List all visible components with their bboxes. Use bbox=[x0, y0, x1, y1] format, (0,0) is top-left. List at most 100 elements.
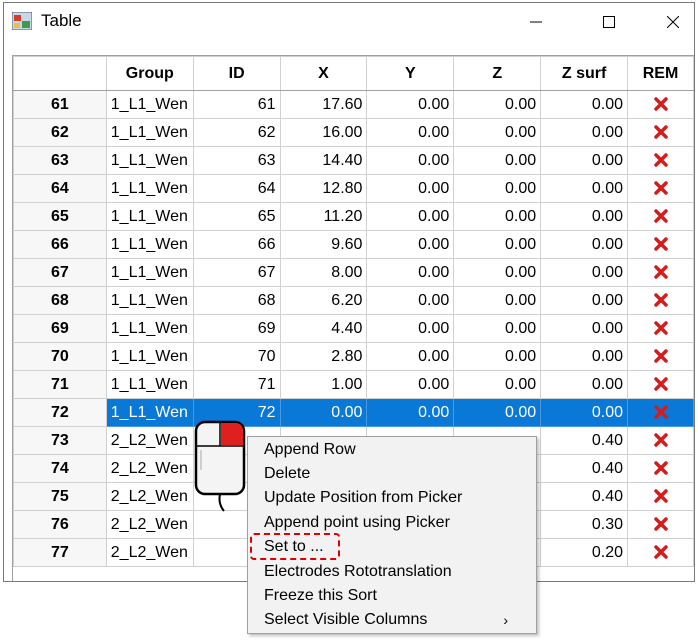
row-header[interactable]: 70 bbox=[13, 342, 107, 371]
cell-x[interactable]: 1.00 bbox=[279, 370, 368, 399]
cell-rem[interactable] bbox=[627, 426, 694, 455]
cell-rem[interactable] bbox=[627, 314, 694, 343]
cell-rem[interactable] bbox=[627, 146, 694, 175]
cell-x[interactable]: 16.00 bbox=[279, 118, 368, 147]
cell-y[interactable]: 0.00 bbox=[366, 370, 455, 399]
row-header[interactable]: 76 bbox=[13, 510, 107, 539]
column-header-y[interactable]: Y bbox=[366, 56, 455, 91]
cell-y[interactable]: 0.00 bbox=[366, 174, 455, 203]
remove-row-icon[interactable] bbox=[653, 376, 669, 392]
minimize-button[interactable] bbox=[513, 3, 559, 41]
row-header[interactable]: 74 bbox=[13, 454, 107, 483]
remove-row-icon[interactable] bbox=[653, 180, 669, 196]
cell-id[interactable]: 68 bbox=[192, 286, 281, 315]
cell-id[interactable]: 66 bbox=[192, 230, 281, 259]
remove-row-icon[interactable] bbox=[653, 236, 669, 252]
table-row[interactable]: 63 1_L1_Wen 63 14.40 0.00 0.00 0.00 bbox=[13, 146, 694, 175]
menu-item-delete[interactable]: Delete bbox=[264, 463, 310, 485]
row-header[interactable]: 67 bbox=[13, 258, 107, 287]
cell-group[interactable]: 1_L1_Wen bbox=[105, 258, 194, 287]
remove-row-icon[interactable] bbox=[653, 348, 669, 364]
cell-y[interactable]: 0.00 bbox=[366, 314, 455, 343]
remove-row-icon[interactable] bbox=[653, 460, 669, 476]
cell-rem[interactable] bbox=[627, 258, 694, 287]
cell-group[interactable]: 1_L1_Wen bbox=[105, 286, 194, 315]
remove-row-icon[interactable] bbox=[653, 152, 669, 168]
cell-z[interactable]: 0.00 bbox=[453, 146, 542, 175]
row-header[interactable]: 62 bbox=[13, 118, 107, 147]
cell-y[interactable]: 0.00 bbox=[366, 258, 455, 287]
cell-z[interactable]: 0.00 bbox=[453, 258, 542, 287]
cell-x[interactable]: 6.20 bbox=[279, 286, 368, 315]
table-row[interactable]: 67 1_L1_Wen 67 8.00 0.00 0.00 0.00 bbox=[13, 258, 694, 287]
row-header[interactable]: 65 bbox=[13, 202, 107, 231]
table-row[interactable]: 70 1_L1_Wen 70 2.80 0.00 0.00 0.00 bbox=[13, 342, 694, 371]
cell-id[interactable]: 70 bbox=[192, 342, 281, 371]
table-row[interactable]: 69 1_L1_Wen 69 4.40 0.00 0.00 0.00 bbox=[13, 314, 694, 343]
table-row[interactable]: 66 1_L1_Wen 66 9.60 0.00 0.00 0.00 bbox=[13, 230, 694, 259]
cell-y[interactable]: 0.00 bbox=[366, 342, 455, 371]
cell-rem[interactable] bbox=[627, 202, 694, 231]
table-row[interactable]: 65 1_L1_Wen 65 11.20 0.00 0.00 0.00 bbox=[13, 202, 694, 231]
row-header[interactable]: 73 bbox=[13, 426, 107, 455]
cell-y[interactable]: 0.00 bbox=[366, 286, 455, 315]
cell-zsurf[interactable]: 0.40 bbox=[540, 426, 629, 455]
corner-header[interactable] bbox=[13, 56, 107, 91]
cell-rem[interactable] bbox=[627, 510, 694, 539]
cell-group[interactable]: 1_L1_Wen bbox=[105, 370, 194, 399]
cell-group[interactable]: 2_L2_Wen bbox=[105, 426, 194, 455]
row-header[interactable]: 63 bbox=[13, 146, 107, 175]
cell-id[interactable]: 63 bbox=[192, 146, 281, 175]
remove-row-icon[interactable] bbox=[653, 516, 669, 532]
remove-row-icon[interactable] bbox=[653, 544, 669, 560]
close-button[interactable] bbox=[650, 3, 696, 41]
remove-row-icon[interactable] bbox=[653, 96, 669, 112]
cell-zsurf[interactable]: 0.00 bbox=[540, 398, 629, 427]
table-row[interactable]: 61 1_L1_Wen 61 17.60 0.00 0.00 0.00 bbox=[13, 90, 694, 119]
cell-group[interactable]: 1_L1_Wen bbox=[105, 118, 194, 147]
cell-z[interactable]: 0.00 bbox=[453, 398, 542, 427]
title-bar[interactable]: Table bbox=[4, 3, 694, 41]
cell-y[interactable]: 0.00 bbox=[366, 118, 455, 147]
row-header[interactable]: 64 bbox=[13, 174, 107, 203]
cell-group[interactable]: 1_L1_Wen bbox=[105, 230, 194, 259]
cell-zsurf[interactable]: 0.30 bbox=[540, 510, 629, 539]
cell-z[interactable]: 0.00 bbox=[453, 202, 542, 231]
cell-y[interactable]: 0.00 bbox=[366, 202, 455, 231]
remove-row-icon[interactable] bbox=[653, 488, 669, 504]
menu-item-append-row[interactable]: Append Row bbox=[264, 439, 356, 461]
cell-y[interactable]: 0.00 bbox=[366, 398, 455, 427]
cell-group[interactable]: 2_L2_Wen bbox=[105, 482, 194, 511]
remove-row-icon[interactable] bbox=[653, 124, 669, 140]
maximize-button[interactable] bbox=[586, 3, 632, 41]
column-header-x[interactable]: X bbox=[279, 56, 368, 91]
cell-group[interactable]: 1_L1_Wen bbox=[105, 90, 194, 119]
cell-x[interactable]: 0.00 bbox=[279, 398, 368, 427]
remove-row-icon[interactable] bbox=[653, 208, 669, 224]
row-header[interactable]: 77 bbox=[13, 538, 107, 567]
cell-y[interactable]: 0.00 bbox=[366, 146, 455, 175]
cell-rem[interactable] bbox=[627, 538, 694, 567]
cell-rem[interactable] bbox=[627, 286, 694, 315]
menu-item-append-point[interactable]: Append point using Picker bbox=[264, 512, 450, 534]
cell-z[interactable]: 0.00 bbox=[453, 118, 542, 147]
cell-group[interactable]: 2_L2_Wen bbox=[105, 538, 194, 567]
cell-x[interactable]: 2.80 bbox=[279, 342, 368, 371]
cell-rem[interactable] bbox=[627, 118, 694, 147]
cell-x[interactable]: 4.40 bbox=[279, 314, 368, 343]
cell-id[interactable]: 65 bbox=[192, 202, 281, 231]
remove-row-icon[interactable] bbox=[653, 404, 669, 420]
row-header[interactable]: 68 bbox=[13, 286, 107, 315]
cell-group[interactable]: 1_L1_Wen bbox=[105, 342, 194, 371]
cell-zsurf[interactable]: 0.00 bbox=[540, 230, 629, 259]
row-header[interactable]: 61 bbox=[13, 90, 107, 119]
cell-zsurf[interactable]: 0.40 bbox=[540, 482, 629, 511]
column-header-id[interactable]: ID bbox=[192, 56, 281, 91]
menu-item-freeze-sort[interactable]: Freeze this Sort bbox=[264, 585, 377, 607]
table-row[interactable]: 62 1_L1_Wen 62 16.00 0.00 0.00 0.00 bbox=[13, 118, 694, 147]
cell-zsurf[interactable]: 0.00 bbox=[540, 286, 629, 315]
cell-rem[interactable] bbox=[627, 398, 694, 427]
row-header[interactable]: 71 bbox=[13, 370, 107, 399]
table-row[interactable]: 71 1_L1_Wen 71 1.00 0.00 0.00 0.00 bbox=[13, 370, 694, 399]
remove-row-icon[interactable] bbox=[653, 264, 669, 280]
